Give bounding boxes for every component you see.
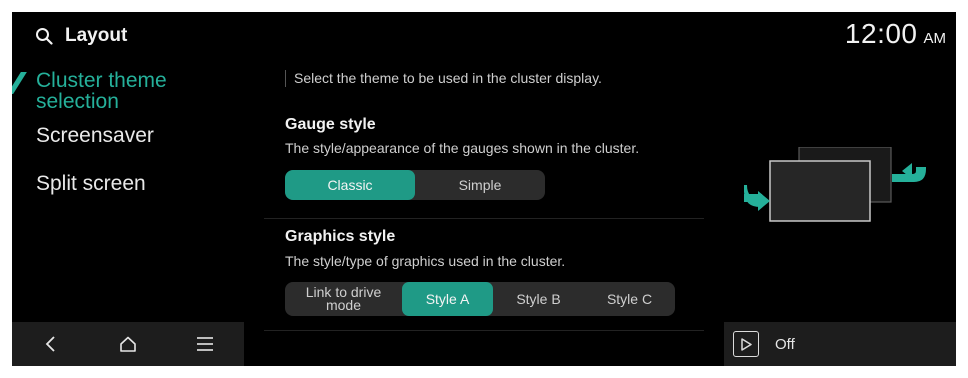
section-divider xyxy=(264,330,704,331)
gauge-option-classic[interactable]: Classic xyxy=(285,170,415,200)
sidebar-item-label: Screensaver xyxy=(36,124,154,147)
back-icon xyxy=(45,336,55,352)
clock-time: 12:00 xyxy=(844,18,918,49)
sidebar-item-cluster-theme[interactable]: Cluster theme selection xyxy=(12,70,216,112)
swap-arrow-icon xyxy=(892,163,926,182)
play-icon xyxy=(741,337,752,351)
sidebar-item-label: Split screen xyxy=(36,172,146,195)
graphics-option-style-b[interactable]: Style B xyxy=(493,282,584,316)
screen: Layout 12:00 AM Cluster theme selection … xyxy=(12,12,956,366)
sidebar-item-label: Cluster theme selection xyxy=(36,69,167,113)
graphics-option-style-a[interactable]: Style A xyxy=(402,282,493,316)
swap-arrow-icon xyxy=(744,185,770,211)
sidebar-item-screensaver[interactable]: Screensaver xyxy=(12,125,244,146)
section-divider xyxy=(264,218,704,219)
settings-panel: Select the theme to be used in the clust… xyxy=(264,12,704,366)
screensaver-bar: Off xyxy=(724,322,956,366)
screensaver-status: Off xyxy=(775,335,795,353)
screensaver-play-button[interactable] xyxy=(733,331,759,357)
page-title: Layout xyxy=(65,25,128,46)
sidebar-item-split-screen[interactable]: Split screen xyxy=(12,173,244,194)
clock-ampm: AM xyxy=(923,30,947,47)
bottom-navigation xyxy=(12,322,244,366)
graphics-style-selector: Link to drive mode Style A Style B Style… xyxy=(285,282,675,316)
back-button[interactable] xyxy=(31,324,71,364)
gauge-option-simple[interactable]: Simple xyxy=(415,170,545,200)
clock: 12:00 AM xyxy=(845,18,946,50)
active-indicator xyxy=(12,72,27,94)
cluster-theme-preview xyxy=(744,147,926,222)
gauge-style-title: Gauge style xyxy=(285,116,376,133)
menu-button[interactable] xyxy=(185,324,225,364)
header: Layout xyxy=(35,24,127,48)
graphics-style-title: Graphics style xyxy=(285,228,396,245)
search-icon[interactable] xyxy=(35,27,53,45)
home-button[interactable] xyxy=(108,324,148,364)
graphics-option-style-c[interactable]: Style C xyxy=(584,282,675,316)
gauge-style-selector: Classic Simple xyxy=(285,170,545,200)
graphics-option-link-to-drive-mode[interactable]: Link to drive mode xyxy=(285,282,402,316)
sidebar: Cluster theme selection Screensaver Spli… xyxy=(12,66,244,194)
home-icon xyxy=(120,336,136,352)
intro-text: Select the theme to be used in the clust… xyxy=(285,70,602,87)
menu-icon xyxy=(197,337,214,351)
graphics-style-description: The style/type of graphics used in the c… xyxy=(285,253,566,269)
gauge-style-description: The style/appearance of the gauges shown… xyxy=(285,140,640,156)
